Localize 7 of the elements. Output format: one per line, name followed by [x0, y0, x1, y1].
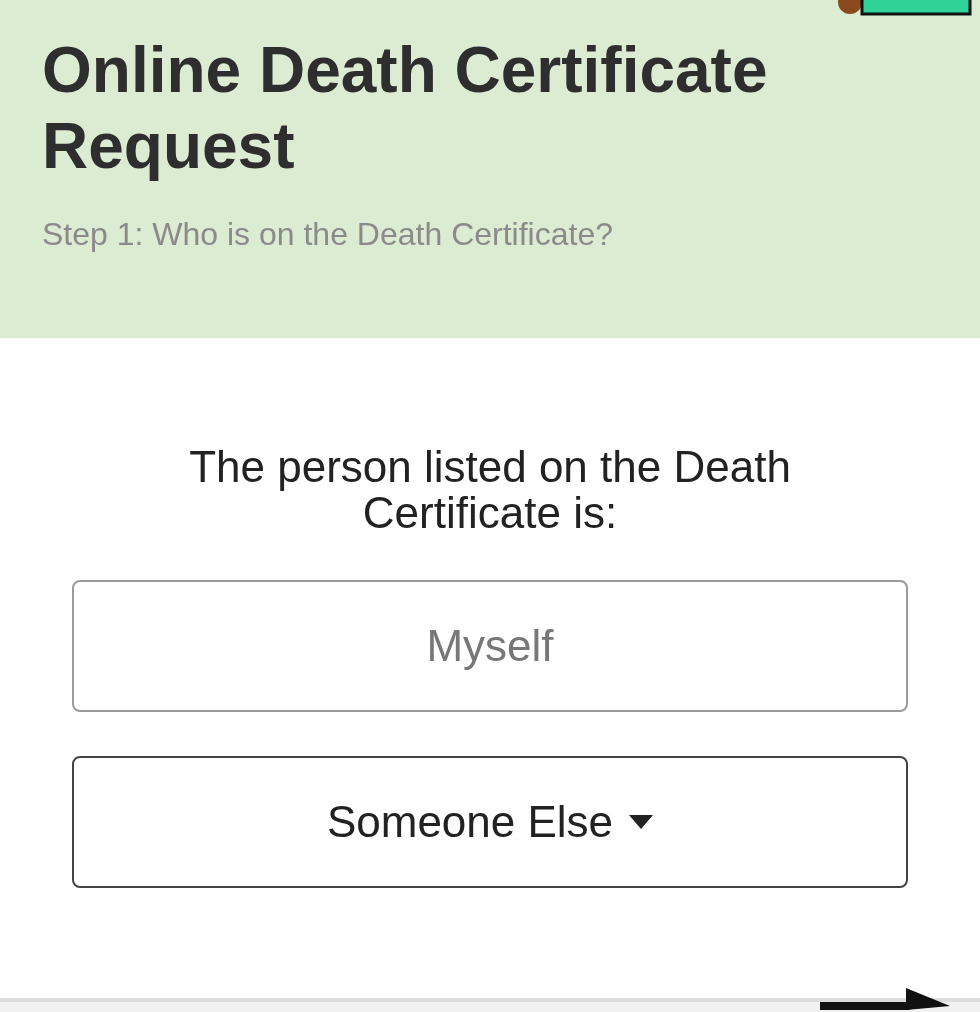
- question-text: The person listed on the Death Certificate is:: [188, 444, 792, 536]
- step-subtitle: Step 1: Who is on the Death Certificate?: [42, 215, 614, 254]
- caret-icon: [629, 815, 654, 829]
- page-title: Online Death Certificate Request: [42, 33, 769, 184]
- arrow-icon: [820, 988, 950, 1010]
- option-button[interactable]: Myself: [72, 580, 908, 712]
- dropdown-button[interactable]: Someone Else: [72, 756, 908, 888]
